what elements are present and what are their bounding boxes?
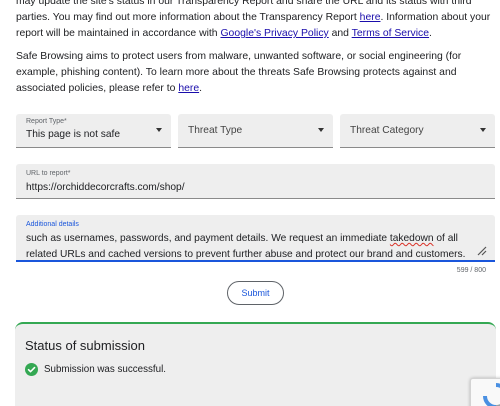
status-card: Status of submission Submission was succ… xyxy=(15,322,496,406)
report-type-select[interactable]: Report Type* This page is not safe xyxy=(16,114,171,148)
details-text: such as usernames, passwords, and paymen… xyxy=(26,233,390,244)
threat-type-select[interactable]: Threat Type xyxy=(178,114,333,148)
transparency-report-link[interactable]: here xyxy=(360,12,381,23)
report-type-value: This page is not safe xyxy=(26,129,121,140)
details-field-label: Additional details xyxy=(26,221,79,228)
intro-end: . xyxy=(429,28,432,39)
report-type-label: Report Type* xyxy=(26,118,67,125)
url-to-report-field[interactable]: URL to report* https://orchiddecorcrafts… xyxy=(16,164,495,199)
character-counter: 599 / 800 xyxy=(456,267,486,274)
spellcheck-word: takedown xyxy=(389,233,434,244)
resize-handle-icon[interactable] xyxy=(475,244,487,256)
transparency-paragraph: may update the site's status in our Tran… xyxy=(16,0,498,42)
threat-type-placeholder: Threat Type xyxy=(188,125,243,136)
chevron-down-icon xyxy=(318,128,324,132)
safe-browsing-policies-link[interactable]: here xyxy=(178,83,199,94)
threat-category-select[interactable]: Threat Category xyxy=(340,114,495,148)
terms-of-service-link[interactable]: Terms of Service xyxy=(352,28,429,39)
url-field-value[interactable]: https://orchiddecorcrafts.com/shop/ xyxy=(26,182,185,193)
safe-browsing-text: Safe Browsing aims to protect users from… xyxy=(16,51,462,94)
recaptcha-badge[interactable] xyxy=(470,378,500,406)
submit-button[interactable]: Submit xyxy=(227,281,284,305)
details-field-value[interactable]: such as usernames, passwords, and paymen… xyxy=(26,231,481,262)
chevron-down-icon xyxy=(480,128,486,132)
status-message-row: Submission was successful. xyxy=(25,363,166,376)
url-field-label: URL to report* xyxy=(26,170,71,177)
safe-browsing-paragraph: Safe Browsing aims to protect users from… xyxy=(16,49,498,97)
safe-browsing-end: . xyxy=(199,83,202,94)
privacy-policy-link[interactable]: Google's Privacy Policy xyxy=(220,28,328,39)
intro-and: and xyxy=(328,28,352,39)
status-title: Status of submission xyxy=(25,338,145,353)
additional-details-textarea[interactable]: Additional details such as usernames, pa… xyxy=(16,215,495,262)
recaptcha-icon xyxy=(483,383,500,406)
check-circle-icon xyxy=(25,363,38,376)
status-message: Submission was successful. xyxy=(44,364,166,375)
chevron-down-icon xyxy=(156,128,162,132)
threat-category-placeholder: Threat Category xyxy=(350,125,424,136)
